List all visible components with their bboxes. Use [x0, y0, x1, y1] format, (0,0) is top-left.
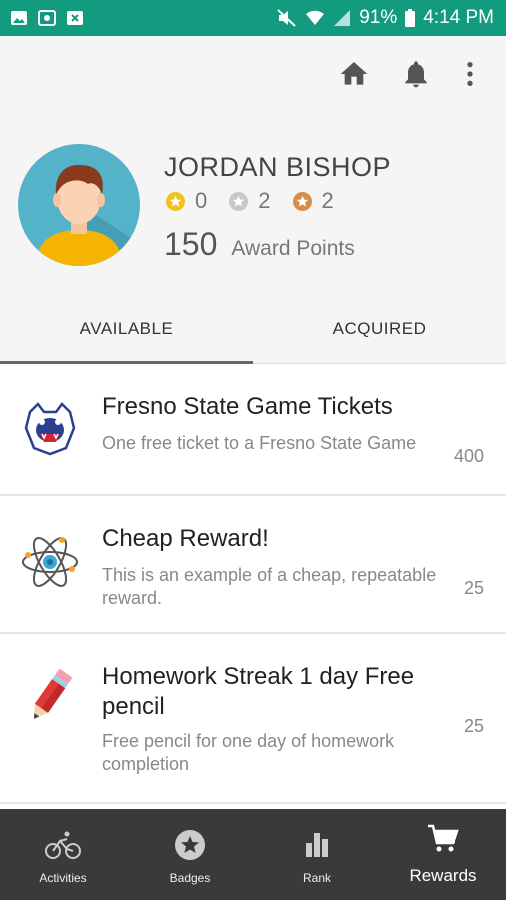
nav-label: Activities: [39, 871, 87, 885]
gold-medal-count: 0: [195, 188, 208, 213]
user-avatar-icon: [18, 144, 140, 266]
reward-description: This is an example of a cheap, repeatabl…: [102, 565, 437, 608]
pencil-icon: [33, 669, 72, 719]
reward-points: 25: [463, 716, 484, 736]
gallery-notification-icon: [11, 11, 27, 25]
nav-activities[interactable]: Activities: [0, 809, 126, 900]
star-badge-icon: [175, 830, 205, 860]
bulldog-logo-icon: [24, 402, 76, 456]
atom-icon: [22, 537, 78, 587]
clock-text: 4:14 PM: [423, 7, 494, 28]
bronze-medal-icon: [292, 191, 312, 211]
cart-icon: [428, 824, 459, 852]
excel-notification-icon: [67, 11, 83, 25]
award-points: 150 Award Points: [164, 226, 355, 263]
reward-title: Fresno State Game Tickets: [102, 393, 393, 420]
nav-label: Rank: [302, 871, 331, 885]
bottom-navigation: Activities Badges Rank Rewards: [0, 809, 506, 900]
battery-text: 91%: [359, 7, 398, 28]
reward-title: Cheap Reward!: [102, 525, 269, 552]
silver-medal-count: 2: [258, 188, 271, 213]
reward-item[interactable]: Cheap Reward! This is an example of a ch…: [0, 496, 506, 634]
home-icon[interactable]: [338, 58, 370, 90]
points-label: Award Points: [231, 237, 355, 260]
reward-points: 25: [463, 578, 484, 598]
bronze-medal-count: 2: [321, 188, 334, 213]
reward-description: Free pencil for one day of homework comp…: [102, 731, 395, 774]
nav-label: Rewards: [409, 866, 477, 885]
more-vert-icon[interactable]: [454, 58, 486, 90]
bell-icon[interactable]: [400, 58, 432, 90]
sync-notification-icon: [38, 10, 56, 26]
wifi-icon: [306, 10, 325, 25]
tab-acquired[interactable]: ACQUIRED: [253, 294, 506, 364]
signal-icon: [334, 10, 351, 26]
app-bar: [0, 36, 506, 116]
reward-description: One free ticket to a Fresno State Game: [102, 433, 417, 453]
reward-item[interactable]: Fresno State Game Tickets One free ticke…: [0, 364, 506, 496]
nav-badges[interactable]: Badges: [127, 809, 253, 900]
battery-icon: [405, 9, 416, 27]
tab-bar: AVAILABLE ACQUIRED: [0, 294, 506, 364]
points-value: 150: [164, 226, 218, 262]
user-name: JORDAN BISHOP: [164, 152, 392, 182]
bar-chart-icon: [306, 833, 328, 857]
avatar: [18, 144, 140, 266]
medal-counts: 0 2 2: [166, 188, 356, 214]
status-bar: 91% 4:14 PM: [0, 0, 506, 36]
silver-medal-icon: [229, 191, 249, 211]
nav-rewards[interactable]: Rewards: [380, 809, 506, 900]
bike-icon: [45, 831, 81, 859]
gold-medal-icon: [166, 191, 185, 211]
tab-available[interactable]: AVAILABLE: [0, 294, 253, 364]
nav-label: Badges: [169, 871, 211, 885]
mute-icon: [277, 9, 296, 27]
nav-rank[interactable]: Rank: [254, 809, 380, 900]
reward-item[interactable]: Homework Streak 1 day Free pencil Free p…: [0, 634, 506, 804]
reward-title: Homework Streak 1 day Free pencil: [102, 663, 415, 720]
reward-points: 400: [453, 446, 484, 466]
profile-header: JORDAN BISHOP 0 2 2 150 Award Points: [0, 116, 506, 294]
